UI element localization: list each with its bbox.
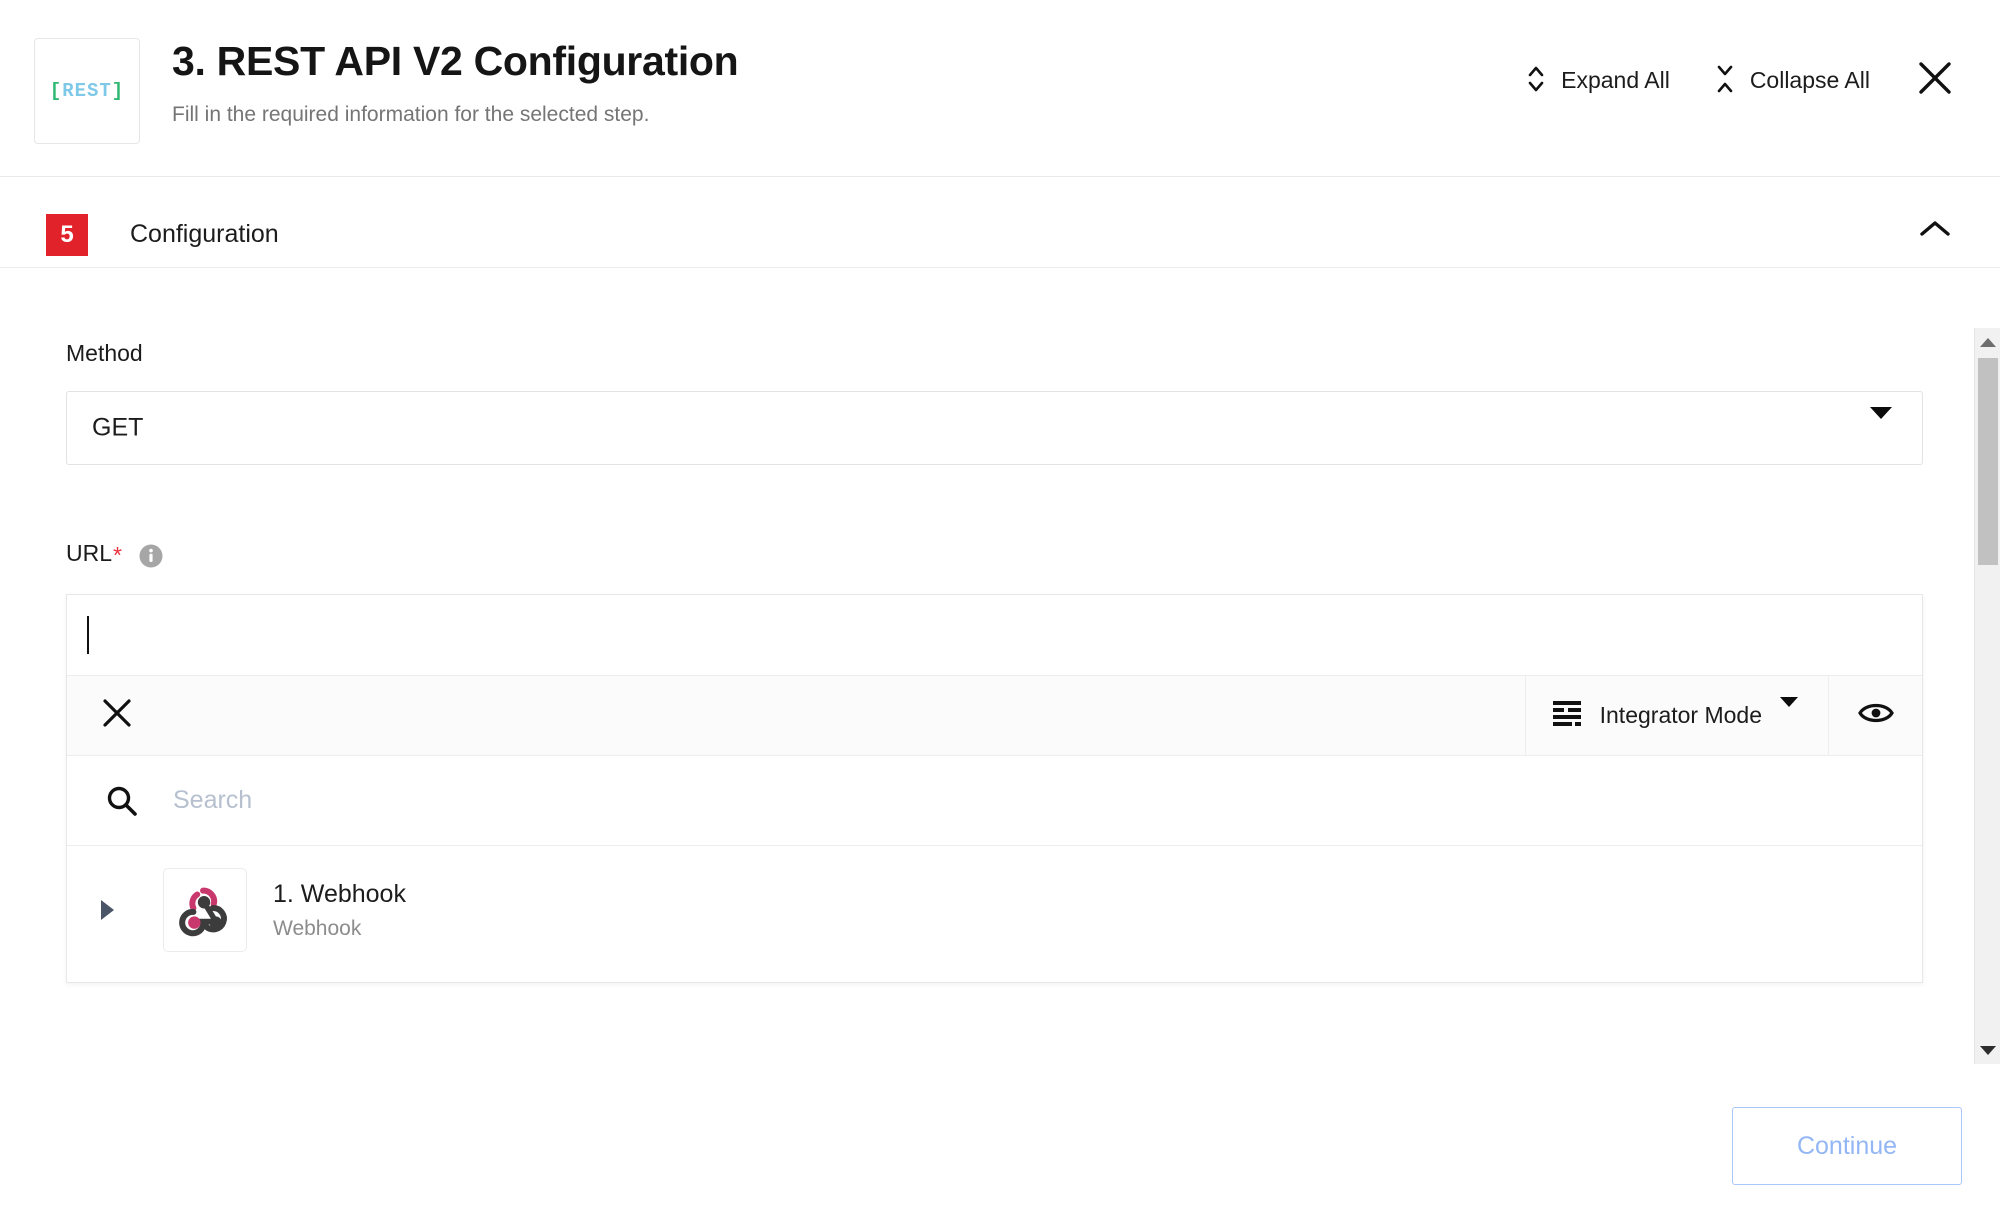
integrator-mode-selector[interactable]: Integrator Mode (1524, 676, 1828, 755)
close-icon (98, 694, 136, 737)
expand-all-label: Expand All (1561, 66, 1670, 93)
scroll-down-button[interactable] (1975, 1038, 2000, 1062)
section-title: Configuration (130, 220, 279, 248)
chevron-down-icon (1870, 407, 1892, 437)
chevron-up-icon (1918, 221, 1952, 244)
collapse-all-button[interactable]: Collapse All (1714, 62, 1870, 99)
clear-url-button[interactable] (67, 676, 167, 755)
variable-source-list: 1. Webhook Webhook (67, 846, 1922, 982)
close-button[interactable] (1914, 57, 1956, 104)
url-label-text: URL (66, 540, 113, 566)
integrator-mode-label: Integrator Mode (1599, 702, 1762, 728)
search-row[interactable]: Search (67, 756, 1922, 846)
triangle-down-icon (1979, 1045, 1996, 1055)
url-field-label: URL * (66, 540, 164, 567)
search-input[interactable]: Search (173, 786, 252, 815)
configuration-form: Method GET URL * Integrator Mode Search … (0, 269, 2000, 1089)
list-item[interactable]: 1. Webhook Webhook (67, 854, 1922, 966)
url-editor-toolbar: Integrator Mode (67, 676, 1922, 756)
preview-toggle-button[interactable] (1828, 676, 1922, 755)
eye-icon (1857, 699, 1895, 732)
section-collapse-toggle[interactable] (1918, 218, 1952, 245)
text-cursor (87, 616, 89, 654)
expand-triangle-icon[interactable] (91, 900, 147, 920)
logo-bracket-right: ] (111, 80, 125, 102)
method-selected-value: GET (92, 413, 144, 442)
required-asterisk: * (113, 542, 122, 568)
webhook-logo (163, 868, 247, 952)
expand-arrows-icon (1525, 62, 1547, 99)
header-actions: Expand All Collapse All (1525, 50, 2000, 110)
info-icon[interactable] (138, 543, 164, 569)
list-lines-icon (1552, 700, 1582, 731)
logo-word: REST (62, 80, 112, 102)
page-subtitle: Fill in the required information for the… (172, 103, 650, 126)
logo-bracket-left: [ (49, 80, 63, 102)
dialog-footer: Continue (0, 1089, 2000, 1206)
close-icon (1914, 57, 1956, 104)
continue-button[interactable]: Continue (1732, 1107, 1962, 1185)
method-select[interactable]: GET (66, 391, 1923, 465)
vertical-scrollbar[interactable] (1974, 328, 2000, 1064)
triangle-up-icon (1979, 337, 1996, 347)
rest-logo-text: [REST] (50, 80, 124, 102)
method-field-label: Method (66, 340, 143, 366)
rest-api-logo: [REST] (34, 38, 140, 144)
configuration-section-header[interactable] (0, 178, 2000, 268)
scroll-up-button[interactable] (1975, 330, 2000, 354)
scrollbar-thumb[interactable] (1978, 358, 1998, 565)
search-icon (105, 784, 157, 818)
section-step-badge: 5 (46, 214, 88, 256)
expand-all-button[interactable]: Expand All (1525, 62, 1670, 99)
chevron-down-icon (1780, 696, 1798, 725)
url-input[interactable] (67, 595, 1922, 676)
list-item-texts: 1. Webhook Webhook (273, 880, 406, 941)
collapse-arrows-icon (1714, 62, 1736, 99)
url-field-panel: Integrator Mode Search 1. Webhook Webhoo… (66, 594, 1923, 983)
collapse-all-label: Collapse All (1749, 66, 1870, 93)
dialog-header: [REST] 3. REST API V2 Configuration Fill… (0, 0, 2000, 177)
list-item-title: 1. Webhook (273, 879, 406, 908)
page-title: 3. REST API V2 Configuration (172, 38, 739, 84)
list-item-subtitle: Webhook (273, 916, 362, 940)
